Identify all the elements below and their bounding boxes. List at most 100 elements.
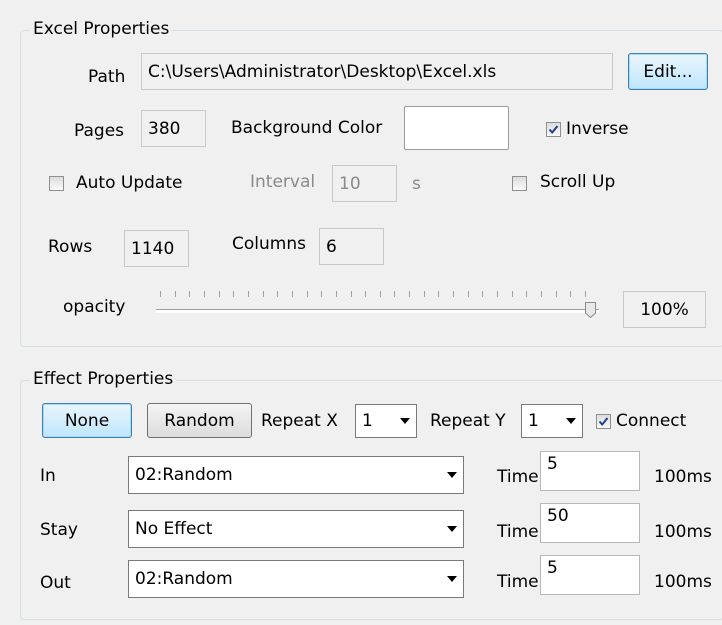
in-label: In <box>40 466 56 486</box>
inverse-label: Inverse <box>566 119 629 139</box>
slider-tick <box>468 291 469 297</box>
slider-tick <box>189 291 190 297</box>
background-color-swatch[interactable] <box>404 106 509 150</box>
excel-properties-title: Excel Properties <box>30 19 173 39</box>
checkmark-icon <box>598 417 609 427</box>
in-time-input[interactable]: 5 <box>540 451 640 491</box>
slider-tick <box>351 291 352 297</box>
rows-field: 1140 <box>124 230 189 267</box>
slider-tick <box>160 291 161 297</box>
slider-tick <box>409 291 410 297</box>
stay-effect-value: No Effect <box>135 519 213 539</box>
connect-checkbox[interactable] <box>596 414 611 429</box>
chevron-down-icon <box>447 472 457 478</box>
stay-time-unit: 100ms <box>654 522 712 542</box>
effect-properties-title: Effect Properties <box>30 369 177 389</box>
interval-unit: s <box>412 174 421 194</box>
stay-time-input[interactable]: 50 <box>540 503 640 543</box>
slider-tick <box>380 291 381 297</box>
opacity-tick-row <box>156 291 599 299</box>
in-effect-select[interactable]: 02:Random <box>128 456 464 494</box>
slider-tick <box>248 291 249 297</box>
slider-tick <box>556 291 557 297</box>
slider-tick <box>394 291 395 297</box>
opacity-label: opacity <box>63 297 126 317</box>
slider-tick <box>336 291 337 297</box>
opacity-slider-thumb[interactable] <box>585 302 596 319</box>
connect-label: Connect <box>616 411 687 431</box>
out-time-value: 5 <box>547 558 558 578</box>
columns-value: 6 <box>326 236 337 257</box>
rows-value: 1140 <box>131 238 175 259</box>
repeat-x-label: Repeat X <box>261 411 338 431</box>
auto-update-label: Auto Update <box>76 173 183 193</box>
stay-time-label: Time <box>497 522 539 542</box>
auto-update-checkbox[interactable] <box>49 176 64 191</box>
interval-field: 10 <box>332 165 397 202</box>
scroll-up-checkbox[interactable] <box>512 176 527 191</box>
in-time-value: 5 <box>547 454 558 474</box>
slider-tick <box>438 291 439 297</box>
inverse-checkbox[interactable] <box>546 122 561 137</box>
slider-tick <box>219 291 220 297</box>
none-button[interactable]: None <box>42 403 132 438</box>
interval-label: Interval <box>250 172 316 192</box>
out-time-unit: 100ms <box>654 572 712 592</box>
slider-tick <box>263 291 264 297</box>
slider-tick <box>292 291 293 297</box>
rows-label: Rows <box>48 237 93 257</box>
opacity-value-field: 100% <box>623 291 706 328</box>
slider-tick <box>307 291 308 297</box>
slider-tick <box>277 291 278 297</box>
slider-tick <box>204 291 205 297</box>
out-effect-value: 02:Random <box>135 569 233 589</box>
chevron-down-icon <box>566 418 576 424</box>
pages-label: Pages <box>74 121 125 141</box>
in-time-label: Time <box>497 467 539 487</box>
opacity-slider-track <box>156 309 599 313</box>
pages-field: 380 <box>141 110 206 147</box>
out-time-label: Time <box>497 572 539 592</box>
slider-tick <box>512 291 513 297</box>
columns-label: Columns <box>232 234 306 254</box>
opacity-slider[interactable] <box>156 285 599 325</box>
slider-tick <box>453 291 454 297</box>
out-label: Out <box>40 573 71 593</box>
columns-field: 6 <box>319 228 384 265</box>
slider-tick <box>497 291 498 297</box>
slider-tick <box>321 291 322 297</box>
out-effect-select[interactable]: 02:Random <box>128 560 464 598</box>
out-time-input[interactable]: 5 <box>540 555 640 595</box>
slider-tick <box>482 291 483 297</box>
edit-path-button[interactable]: Edit... <box>628 53 708 90</box>
slider-tick <box>424 291 425 297</box>
path-label: Path <box>88 67 126 87</box>
in-effect-value: 02:Random <box>135 465 233 485</box>
random-button[interactable]: Random <box>147 403 252 438</box>
stay-time-value: 50 <box>547 506 569 526</box>
repeat-y-select[interactable]: 1 <box>521 404 583 438</box>
slider-tick <box>365 291 366 297</box>
stay-effect-select[interactable]: No Effect <box>128 510 464 548</box>
path-value: C:\Users\Administrator\Desktop\Excel.xls <box>148 61 497 82</box>
interval-value: 10 <box>339 173 361 194</box>
repeat-x-select[interactable]: 1 <box>355 404 417 438</box>
scroll-up-label: Scroll Up <box>540 172 616 192</box>
slider-tick <box>541 291 542 297</box>
chevron-down-icon <box>400 418 410 424</box>
repeat-x-value: 1 <box>362 411 373 431</box>
repeat-y-label: Repeat Y <box>430 411 506 431</box>
slider-tick <box>585 291 586 297</box>
opacity-value: 100% <box>640 299 689 320</box>
slider-tick <box>233 291 234 297</box>
path-field[interactable]: C:\Users\Administrator\Desktop\Excel.xls <box>141 53 613 90</box>
slider-tick <box>526 291 527 297</box>
pages-value: 380 <box>148 118 181 139</box>
chevron-down-icon <box>447 526 457 532</box>
slider-tick <box>175 291 176 297</box>
in-time-unit: 100ms <box>654 467 712 487</box>
background-color-label: Background Color <box>231 118 383 138</box>
checkmark-icon <box>548 125 559 135</box>
chevron-down-icon <box>447 576 457 582</box>
slider-tick <box>570 291 571 297</box>
